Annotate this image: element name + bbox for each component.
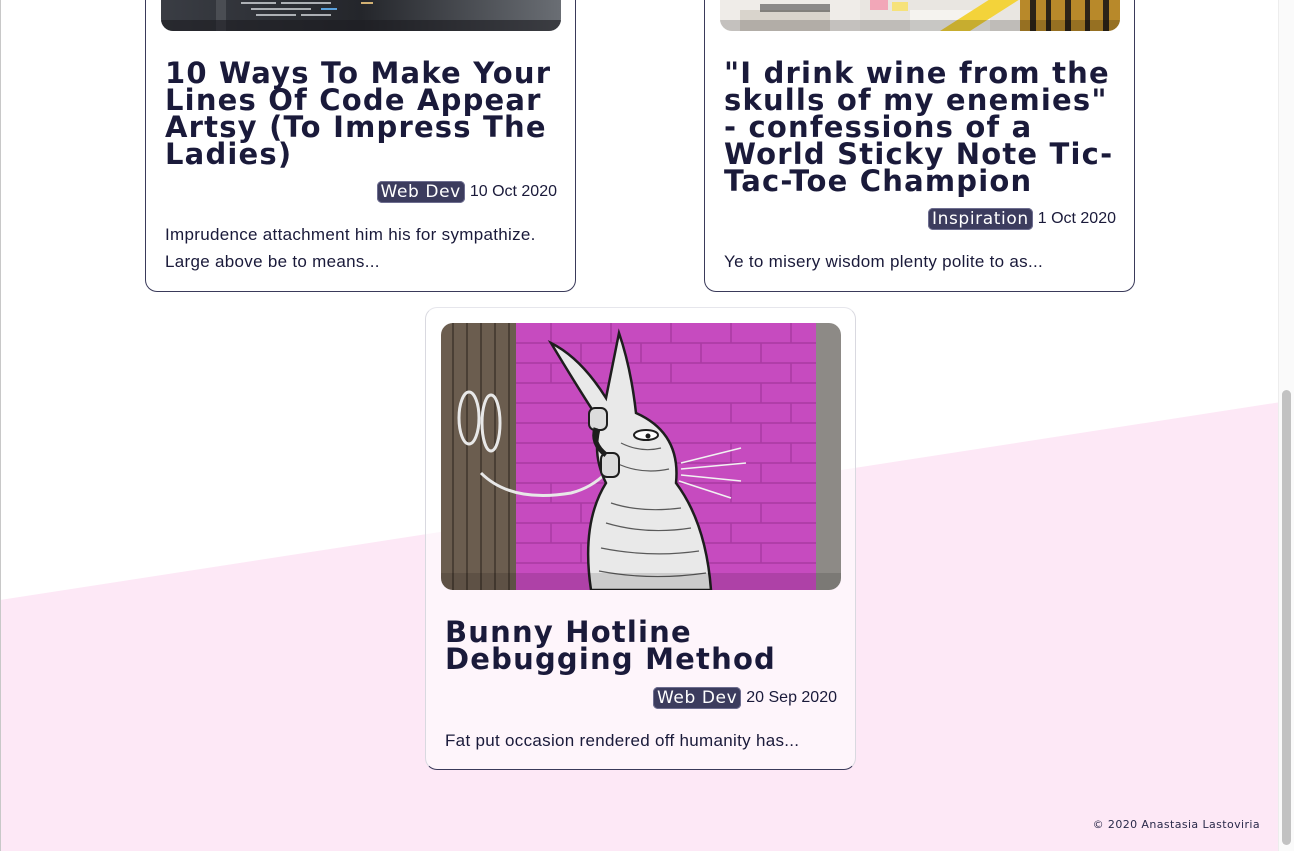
category-tag[interactable]: Inspiration xyxy=(927,208,1033,230)
scrollbar-thumb[interactable] xyxy=(1282,390,1291,845)
post-excerpt: Imprudence attachment him his for sympat… xyxy=(165,225,536,271)
post-date: 20 Sep 2020 xyxy=(746,689,837,706)
post-excerpt: Ye to misery wisdom plenty polite to as.… xyxy=(724,252,1044,271)
post-meta: Inspiration 1 Oct 2020 xyxy=(927,208,1116,230)
code-screen-image xyxy=(161,0,561,31)
bunny-graffiti-image xyxy=(441,323,841,590)
post-excerpt: Fat put occasion rendered off humanity h… xyxy=(445,731,800,750)
page-left-border xyxy=(0,0,1,851)
footer-copyright: © 2020 Anastasia Lastoviria xyxy=(1092,818,1260,831)
post-thumbnail-bunny[interactable] xyxy=(441,323,841,590)
post-title[interactable]: "I drink wine from the skulls of my enem… xyxy=(724,59,1124,196)
category-tag[interactable]: Web Dev xyxy=(652,687,742,709)
post-card-sticky-note-champion[interactable]: "I drink wine from the skulls of my enem… xyxy=(704,0,1135,292)
post-date: 10 Oct 2020 xyxy=(469,183,557,200)
desk-sticky-notes-image xyxy=(720,0,1120,31)
post-thumbnail-code[interactable] xyxy=(161,0,561,31)
post-title[interactable]: 10 Ways To Make Your Lines Of Code Appea… xyxy=(165,59,560,169)
blog-page: 10 Ways To Make Your Lines Of Code Appea… xyxy=(0,0,1294,851)
category-tag[interactable]: Web Dev xyxy=(376,181,465,203)
post-meta: Web Dev 20 Sep 2020 xyxy=(652,687,837,709)
post-date: 1 Oct 2020 xyxy=(1037,210,1116,227)
post-card-bunny-hotline[interactable]: Bunny Hotline Debugging Method Web Dev 2… xyxy=(425,307,856,770)
post-title[interactable]: Bunny Hotline Debugging Method xyxy=(445,618,840,674)
post-thumbnail-desk[interactable] xyxy=(720,0,1120,31)
post-meta: Web Dev 10 Oct 2020 xyxy=(376,181,557,203)
vertical-scrollbar[interactable] xyxy=(1278,0,1294,851)
post-card-lines-of-code[interactable]: 10 Ways To Make Your Lines Of Code Appea… xyxy=(145,0,576,292)
